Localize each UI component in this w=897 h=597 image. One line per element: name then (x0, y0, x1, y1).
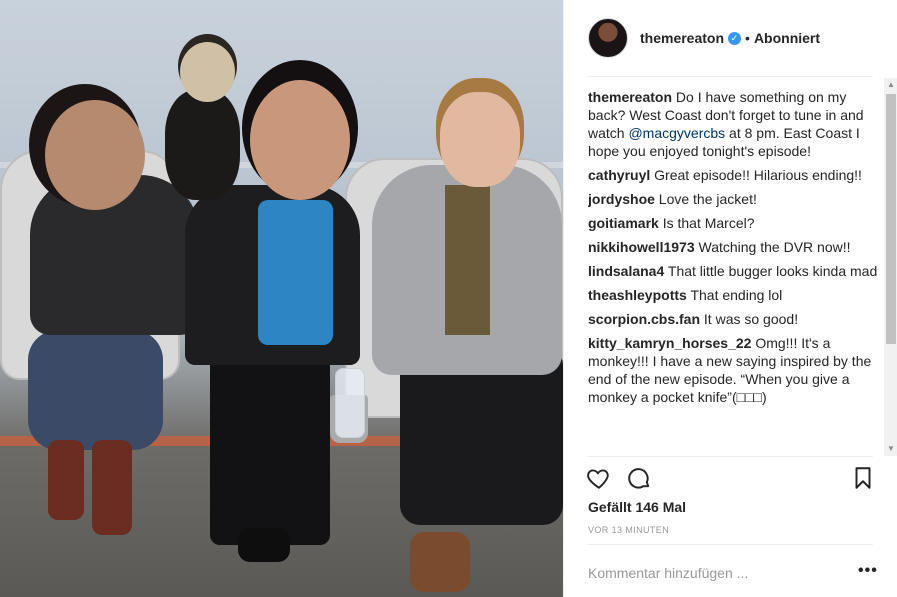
person-left-boot (92, 440, 132, 535)
caption-mention-link[interactable]: @macgyvercbs (628, 125, 725, 141)
bookmark-icon[interactable] (850, 465, 876, 491)
comment-item: theashleypotts That ending lol (588, 286, 880, 304)
comment-item: scorpion.cbs.fan It was so good! (588, 310, 880, 328)
follow-button[interactable]: Abonniert (754, 30, 820, 46)
comment-item: goitiamark Is that Marcel? (588, 214, 880, 232)
scroll-down-arrow-icon[interactable]: ▼ (884, 442, 897, 456)
comment-item: jordyshoe Love the jacket! (588, 190, 880, 208)
person-left-boot (48, 440, 84, 520)
person-center-head (250, 80, 350, 200)
comment-text: That little bugger looks kinda mad (667, 263, 878, 279)
person-right-shoe (410, 532, 470, 592)
add-comment-divider (588, 544, 873, 545)
comment-item: cathyruyl Great episode!! Hilarious endi… (588, 166, 880, 184)
comment-item: nikkihowell1973 Watching the DVR now!! (588, 238, 880, 256)
comment-username[interactable]: lindsalana4 (588, 263, 664, 279)
add-comment-input[interactable] (588, 563, 818, 583)
likes-count[interactable]: Gefällt 146 Mal (588, 499, 686, 515)
comment-username[interactable]: theashleypotts (588, 287, 687, 303)
person-left-legs (28, 330, 163, 450)
header-username[interactable]: themereaton (640, 30, 724, 46)
header-divider (588, 76, 873, 77)
more-options-button[interactable]: ••• (858, 562, 878, 580)
comment-text: Love the jacket! (658, 191, 757, 207)
actions-divider (588, 456, 873, 457)
monkey-body (165, 90, 240, 200)
comments-list[interactable]: themereaton Do I have something on my ba… (588, 88, 880, 456)
comment-username[interactable]: goitiamark (588, 215, 659, 231)
caption: themereaton Do I have something on my ba… (588, 88, 880, 160)
caption-username[interactable]: themereaton (588, 89, 672, 105)
avatar[interactable] (588, 18, 628, 58)
comment-icon[interactable] (626, 465, 652, 491)
person-right-shirt (445, 185, 490, 335)
post-photo[interactable] (0, 0, 563, 597)
person-left-head (45, 100, 145, 210)
comment-text: Is that Marcel? (662, 215, 755, 231)
person-center-top (258, 200, 333, 345)
water-bottle (335, 368, 365, 438)
post-side-panel: themereaton ✓ • Abonniert themereaton Do… (563, 0, 897, 597)
post-actions (584, 462, 878, 494)
scroll-up-arrow-icon[interactable]: ▲ (884, 78, 897, 92)
comment-username[interactable]: cathyruyl (588, 167, 650, 183)
verified-badge-icon: ✓ (728, 31, 742, 45)
heart-icon[interactable] (586, 465, 612, 491)
person-center-shoe (238, 528, 290, 562)
post-header: themereaton ✓ • Abonniert (564, 0, 897, 76)
person-center-legs (210, 355, 330, 545)
comment-text: Great episode!! Hilarious ending!! (654, 167, 862, 183)
comment-username[interactable]: jordyshoe (588, 191, 655, 207)
comment-username[interactable]: scorpion.cbs.fan (588, 311, 700, 327)
post-timestamp[interactable]: VOR 13 MINUTEN (588, 525, 669, 535)
comment-text: That ending lol (690, 287, 783, 303)
comment-text: It was so good! (703, 311, 799, 327)
scrollbar-thumb[interactable] (886, 94, 896, 344)
comment-item: kitty_kamryn_horses_22 Omg!!! It's a mon… (588, 334, 880, 406)
comment-item: lindsalana4 That little bugger looks kin… (588, 262, 880, 280)
comment-username[interactable]: kitty_kamryn_horses_22 (588, 335, 751, 351)
header-separator: • (745, 30, 750, 46)
person-right-head (440, 92, 520, 187)
comment-username[interactable]: nikkihowell1973 (588, 239, 695, 255)
monkey-head (180, 42, 235, 102)
comments-scrollbar[interactable]: ▲ ▼ (884, 78, 897, 456)
comment-text: Watching the DVR now!! (698, 239, 851, 255)
